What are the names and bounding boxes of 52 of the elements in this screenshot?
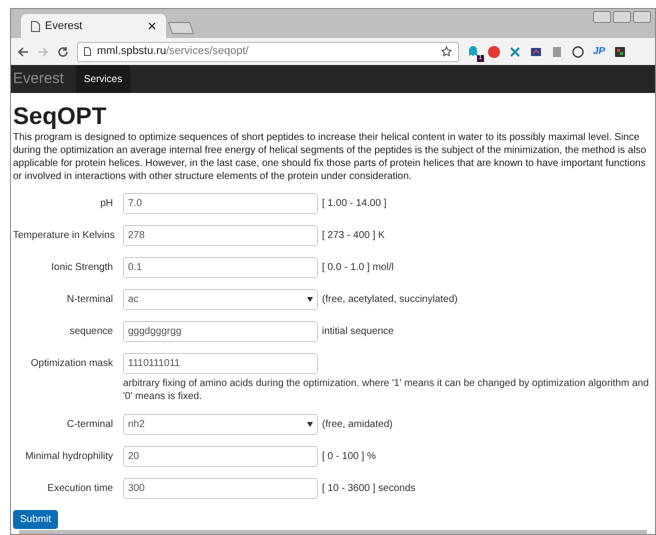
field-label: pH bbox=[99, 197, 114, 211]
circle-icon[interactable] bbox=[572, 46, 584, 58]
field-label: Temperature in Kelvins bbox=[13, 229, 116, 243]
minimize-button[interactable] bbox=[613, 11, 631, 23]
field-label: Execution time bbox=[46, 482, 114, 496]
field-hint: (free, acetylated, succinylated) bbox=[322, 293, 458, 307]
text-field[interactable]: 300 bbox=[123, 478, 318, 499]
ghost-icon[interactable] bbox=[467, 44, 479, 56]
page-icon bbox=[84, 47, 91, 56]
submit-button[interactable]: Submit bbox=[13, 510, 58, 529]
page-icon bbox=[31, 20, 40, 32]
star-icon[interactable] bbox=[441, 46, 452, 57]
description: This program is designed to optimize sequences of short peptides to increase their helical content in water to its possibly maximal level. Since during the optimization an average internal free energy of helical segments of the peptides is the subject of the minimization, the method is also applicable for protein helices. However, in the last case, one should fix those parts of protein helices that are known to have important functions or involved in interactions with other structure elements of the protein under consideration. bbox=[13, 131, 648, 183]
extension-button[interactable]: JP bbox=[593, 44, 606, 59]
field-hint: [ 273 - 400 ] K bbox=[322, 229, 385, 243]
profile-button[interactable] bbox=[593, 11, 611, 23]
select-field[interactable]: ac bbox=[123, 289, 318, 310]
field-hint: (free, amidated) bbox=[322, 418, 393, 432]
nav-item[interactable]: Services bbox=[76, 65, 130, 93]
browser-tab[interactable]: Everest bbox=[21, 14, 166, 38]
text-field[interactable]: 20 bbox=[123, 446, 318, 467]
field-label: Optimization mask bbox=[30, 357, 114, 371]
field-hint: [ 10 - 3600 ] seconds bbox=[322, 482, 416, 496]
text-field[interactable]: gggdgggrgg bbox=[123, 321, 318, 342]
text-field[interactable]: 0.1 bbox=[123, 257, 318, 278]
text-field[interactable]: 1110111011 bbox=[123, 353, 318, 374]
field-hint: [ 0 - 100 ] % bbox=[322, 450, 376, 464]
page-title: SeqOPT bbox=[13, 103, 108, 131]
field-label: sequence bbox=[68, 325, 114, 339]
field-label: Ionic Strength bbox=[50, 261, 114, 275]
back-arrow-icon[interactable] bbox=[17, 46, 29, 58]
select-field[interactable]: nh2 bbox=[123, 414, 318, 435]
text-field[interactable]: 7.0 bbox=[123, 193, 318, 214]
field-hint: [ 1.00 - 14.00 ] bbox=[322, 197, 386, 211]
chart-icon[interactable] bbox=[530, 46, 542, 58]
reload-icon[interactable] bbox=[57, 46, 69, 58]
field-label: N-terminal bbox=[66, 293, 114, 307]
stop-sign-icon[interactable] bbox=[488, 46, 500, 58]
field-label: Minimal hydrophility bbox=[24, 450, 114, 464]
navbar-brand[interactable]: Everest bbox=[11, 68, 66, 90]
new-tab-button[interactable] bbox=[168, 22, 194, 34]
field-hint: [ 0.0 - 1.0 ] mol/l bbox=[322, 261, 394, 275]
field-label: C-terminal bbox=[66, 418, 114, 432]
close-icon[interactable] bbox=[148, 22, 156, 30]
field-hint: intitial sequence bbox=[322, 325, 394, 339]
maximize-button[interactable] bbox=[633, 11, 651, 23]
dropdown-arrow-icon bbox=[307, 297, 313, 302]
grid-icon[interactable] bbox=[614, 46, 626, 58]
dropdown-arrow-icon bbox=[307, 422, 313, 427]
field-note: arbitrary fixing of amino acids during the optimization. where '1' means it can be changed by optimization algorithm and '0' means is fixed. bbox=[123, 377, 650, 403]
address-bar[interactable]: mml.spbstu.ru/services/seqopt/ bbox=[77, 42, 459, 62]
text-field[interactable]: 278 bbox=[123, 225, 318, 246]
